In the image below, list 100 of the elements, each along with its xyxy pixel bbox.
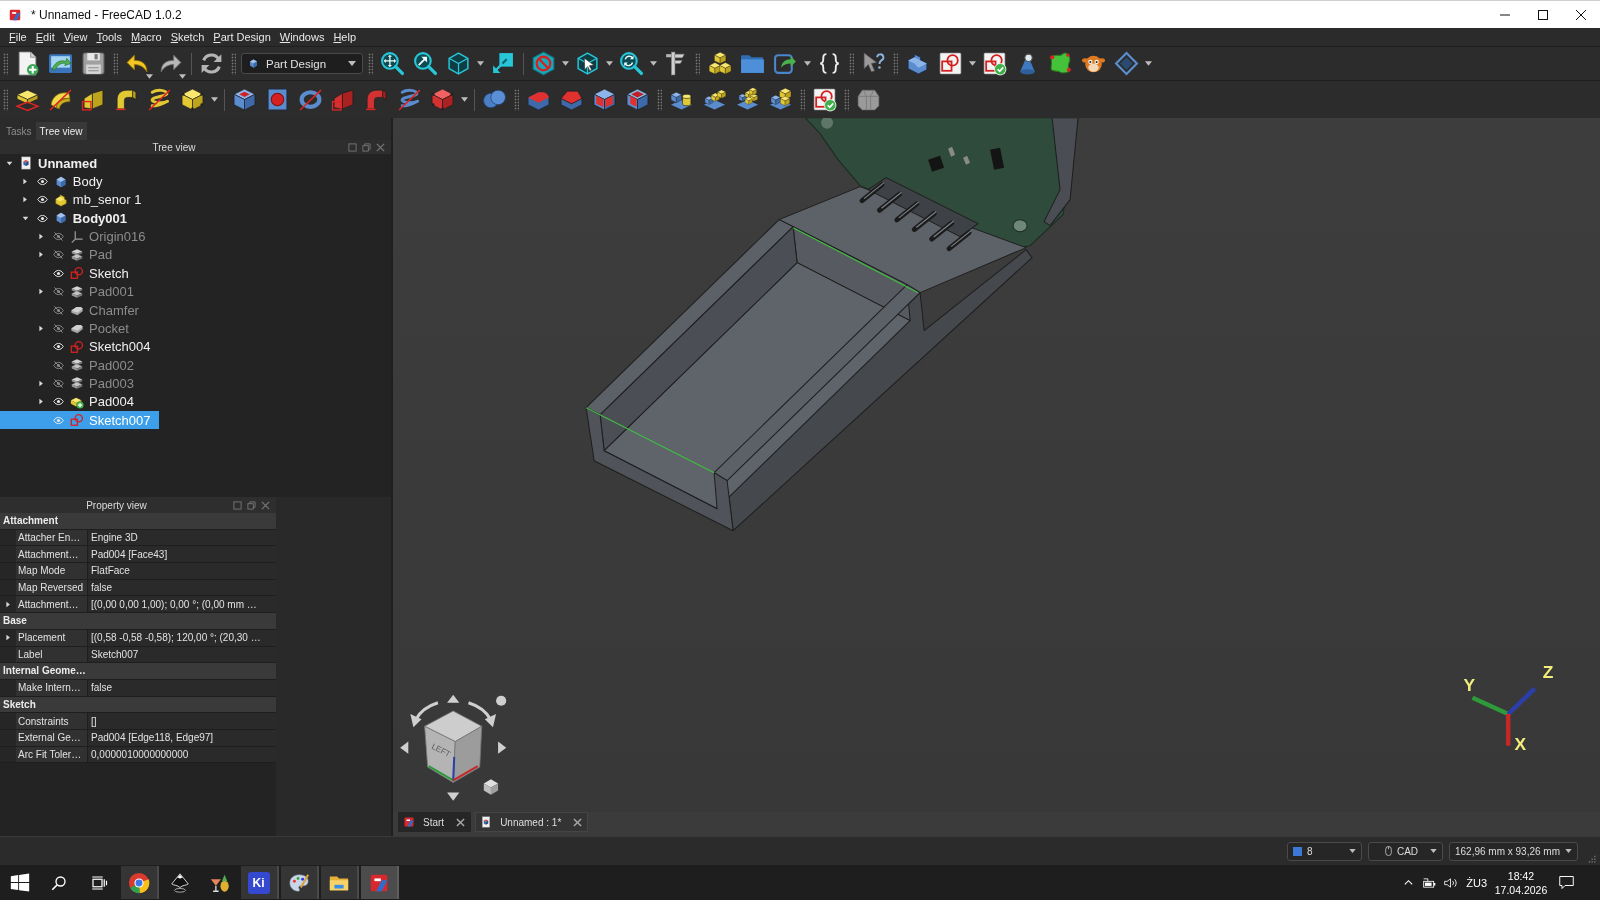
toolbar-grip[interactable] xyxy=(514,88,519,111)
tree-item[interactable]: Chamfer xyxy=(32,300,147,320)
menu-item[interactable]: Part Design xyxy=(208,31,276,43)
property-value[interactable]: [(0,00 0,00 1,00); 0,00 °; (0,00 mm … xyxy=(88,596,276,613)
property-value[interactable]: [] xyxy=(88,713,276,729)
property-value[interactable]: FlatFace xyxy=(88,563,276,579)
caret-right-icon[interactable] xyxy=(38,324,46,332)
caret-down-icon[interactable] xyxy=(5,159,13,167)
eye-slash-icon[interactable] xyxy=(53,322,65,334)
save-icon[interactable] xyxy=(81,51,106,76)
notification-icon[interactable] xyxy=(1558,875,1575,890)
toolbar-grip[interactable] xyxy=(3,52,8,75)
taskbar-button[interactable] xyxy=(120,866,159,899)
workbench-dropdown[interactable]: Part Design xyxy=(241,53,363,74)
blob-icon[interactable] xyxy=(1048,51,1073,76)
sketch-icon[interactable] xyxy=(938,51,963,76)
blocks-cluster-icon[interactable] xyxy=(735,87,760,112)
caret-down-icon[interactable] xyxy=(21,214,29,222)
maximize-icon[interactable] xyxy=(1538,9,1548,20)
search-icon[interactable] xyxy=(50,873,69,892)
caret-down-icon[interactable] xyxy=(804,61,811,66)
box-icon[interactable] xyxy=(592,87,617,112)
eye-icon[interactable] xyxy=(53,267,65,279)
tree-item[interactable]: Origin016 xyxy=(32,227,154,246)
block-icon[interactable] xyxy=(905,51,930,76)
menu-item[interactable]: Edit xyxy=(31,31,60,43)
arrow-square-icon[interactable] xyxy=(490,51,515,76)
tree-item[interactable]: Body001 xyxy=(16,209,135,228)
toolbar-grip[interactable] xyxy=(893,52,898,75)
toolbar-grip[interactable] xyxy=(800,88,805,111)
magnifier-icon[interactable] xyxy=(619,51,644,76)
dropdown[interactable]: 8 xyxy=(1286,841,1362,861)
caret-down-icon[interactable] xyxy=(562,61,569,66)
sketch-check-icon[interactable] xyxy=(812,87,837,112)
cube-icon[interactable] xyxy=(430,87,455,112)
toolbar-grip[interactable] xyxy=(657,88,662,111)
close-icon[interactable] xyxy=(1576,9,1586,20)
document-tab[interactable]: Start xyxy=(398,812,472,832)
menu-item[interactable]: View xyxy=(59,31,92,43)
helix-icon[interactable] xyxy=(397,87,422,112)
zoom-selection-icon[interactable] xyxy=(413,51,438,76)
eye-slash-icon[interactable] xyxy=(53,249,65,261)
ring-icon[interactable] xyxy=(298,87,323,112)
eye-slash-icon[interactable] xyxy=(53,231,65,243)
eye-icon[interactable] xyxy=(36,194,48,206)
tree-item[interactable]: Body xyxy=(16,172,111,191)
toolbar-grip[interactable] xyxy=(113,52,118,75)
clock-time[interactable]: 18:42 xyxy=(1507,868,1535,883)
caret-right-icon[interactable] xyxy=(38,233,46,241)
tree-item[interactable]: Pad002 xyxy=(32,355,142,375)
cube-wireframe-icon[interactable] xyxy=(446,51,471,76)
eye-slash-icon[interactable] xyxy=(53,378,65,389)
sketch-check-icon[interactable] xyxy=(982,51,1007,76)
caret-right-icon[interactable] xyxy=(38,380,46,387)
eye-slash-icon[interactable] xyxy=(53,359,65,371)
caret-right-icon[interactable] xyxy=(38,398,46,406)
caret-down-icon[interactable] xyxy=(1145,61,1152,66)
tree-item[interactable]: Pad003 xyxy=(32,374,142,393)
helix-icon[interactable] xyxy=(147,87,172,112)
prohibited-icon[interactable] xyxy=(531,51,556,76)
menu-item[interactable]: Macro xyxy=(126,31,167,43)
tree-item[interactable]: Pocket xyxy=(32,319,137,338)
tree-item[interactable]: Unnamed xyxy=(0,154,106,173)
arrow-right-icon[interactable] xyxy=(498,741,507,754)
cube-icon[interactable] xyxy=(180,87,205,112)
arrow-left-icon[interactable] xyxy=(400,741,409,754)
menu-item[interactable]: Help xyxy=(328,31,361,43)
language-indicator[interactable]: ŻU3 xyxy=(1466,876,1487,889)
refresh-icon[interactable] xyxy=(199,51,224,76)
navigation-cube[interactable] xyxy=(424,710,483,783)
clock-date[interactable]: 17.04.2026 xyxy=(1494,882,1548,897)
caret-right-icon[interactable] xyxy=(4,600,12,608)
dropdown[interactable]: 162,96 mm x 93,26 mm xyxy=(1448,841,1578,861)
eye-icon[interactable] xyxy=(36,176,48,188)
toolbar-grip[interactable] xyxy=(695,52,700,75)
battery-icon[interactable] xyxy=(1422,875,1438,890)
tree-item[interactable]: mb_senor 1 xyxy=(16,190,150,210)
taskbar-button[interactable]: Ki xyxy=(240,866,279,899)
arrow-up-icon[interactable] xyxy=(447,694,460,703)
dock-tab[interactable]: Tree view xyxy=(35,122,87,140)
tapered-block-icon[interactable] xyxy=(81,87,106,112)
circle-icon[interactable] xyxy=(496,695,507,706)
open-file-icon[interactable] xyxy=(48,51,73,76)
document-tab[interactable]: Unnamed : 1* xyxy=(475,812,589,832)
eye-icon[interactable] xyxy=(36,212,48,224)
property-value[interactable]: Pad004 [Face43] xyxy=(88,546,276,563)
curved-block-icon[interactable] xyxy=(48,87,73,112)
cube-cursor-icon[interactable] xyxy=(575,51,600,76)
chevron-up-icon[interactable] xyxy=(1403,877,1415,888)
menu-item[interactable]: Tools xyxy=(91,31,127,43)
close-icon[interactable] xyxy=(456,817,466,827)
link-arrow-icon[interactable] xyxy=(773,51,798,76)
caret-right-icon[interactable] xyxy=(38,288,46,296)
box-hole-icon[interactable] xyxy=(232,87,257,112)
restore-icon[interactable] xyxy=(362,142,371,152)
eye-slash-icon[interactable] xyxy=(53,304,65,316)
curved-arrow-icon[interactable] xyxy=(468,701,497,728)
toolbar-grip[interactable] xyxy=(368,52,373,75)
speaker-icon[interactable] xyxy=(1443,875,1459,890)
tree-item[interactable]: Pad xyxy=(32,245,121,265)
